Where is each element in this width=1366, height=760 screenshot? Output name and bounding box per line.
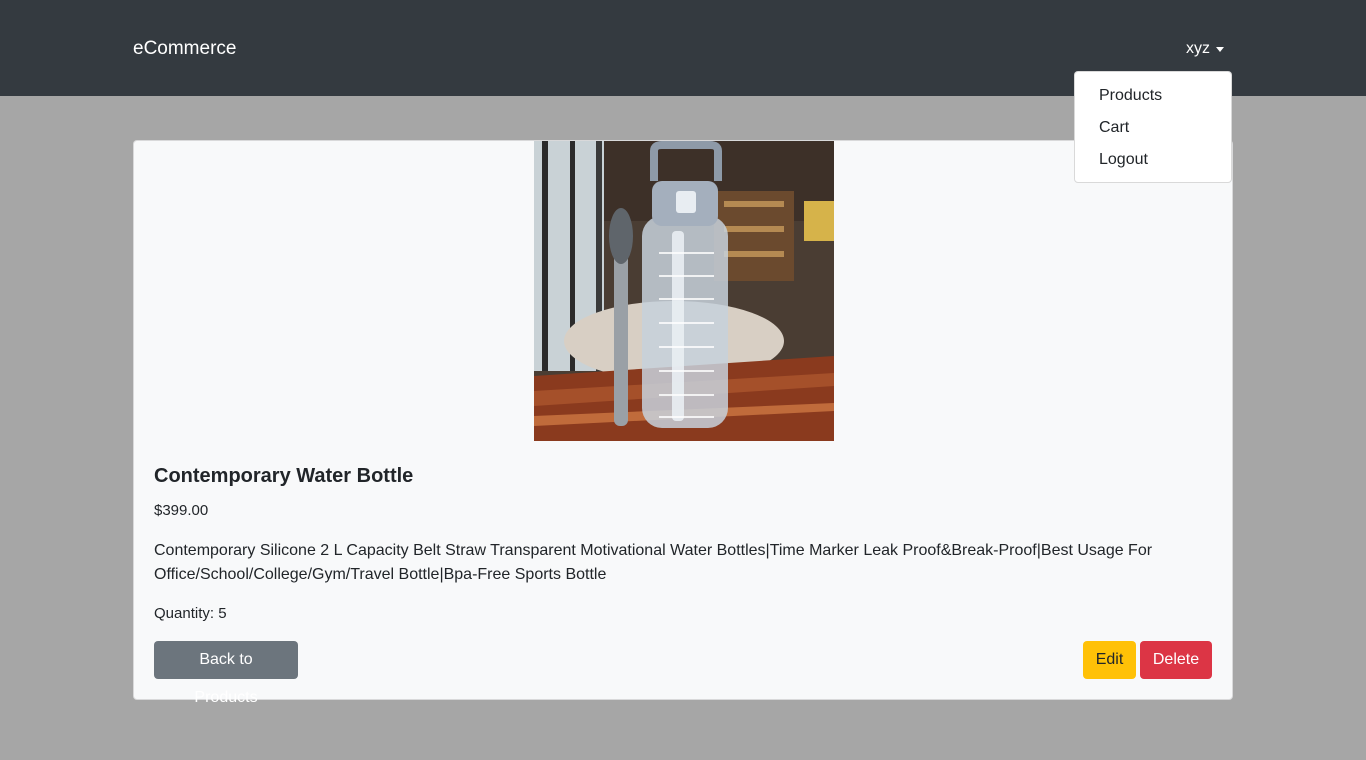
- product-title: Contemporary Water Bottle: [154, 465, 414, 487]
- product-card: Contemporary Water Bottle $399.00 Contem…: [133, 140, 1233, 706]
- user-dropdown-menu: Products Cart Logout: [1074, 71, 1232, 183]
- product-price: $399.00: [154, 502, 209, 519]
- product-description: Contemporary Silicone 2 L Capacity Belt …: [154, 542, 1153, 583]
- caret-down-icon: [1216, 47, 1224, 52]
- edit-button[interactable]: Edit: [1083, 641, 1136, 679]
- delete-button[interactable]: Delete: [1140, 641, 1212, 679]
- user-name: xyz: [1186, 40, 1210, 57]
- dropdown-item-logout[interactable]: Logout: [1075, 144, 1231, 176]
- dropdown-item-products[interactable]: Products: [1075, 80, 1231, 112]
- user-menu-toggle[interactable]: xyz: [1186, 38, 1224, 60]
- back-to-products-button[interactable]: Back to Products: [154, 641, 298, 706]
- brand-link[interactable]: eCommerce: [133, 36, 236, 62]
- dropdown-item-cart[interactable]: Cart: [1075, 112, 1231, 144]
- product-quantity: Quantity: 5: [154, 605, 227, 622]
- product-image: [534, 141, 834, 441]
